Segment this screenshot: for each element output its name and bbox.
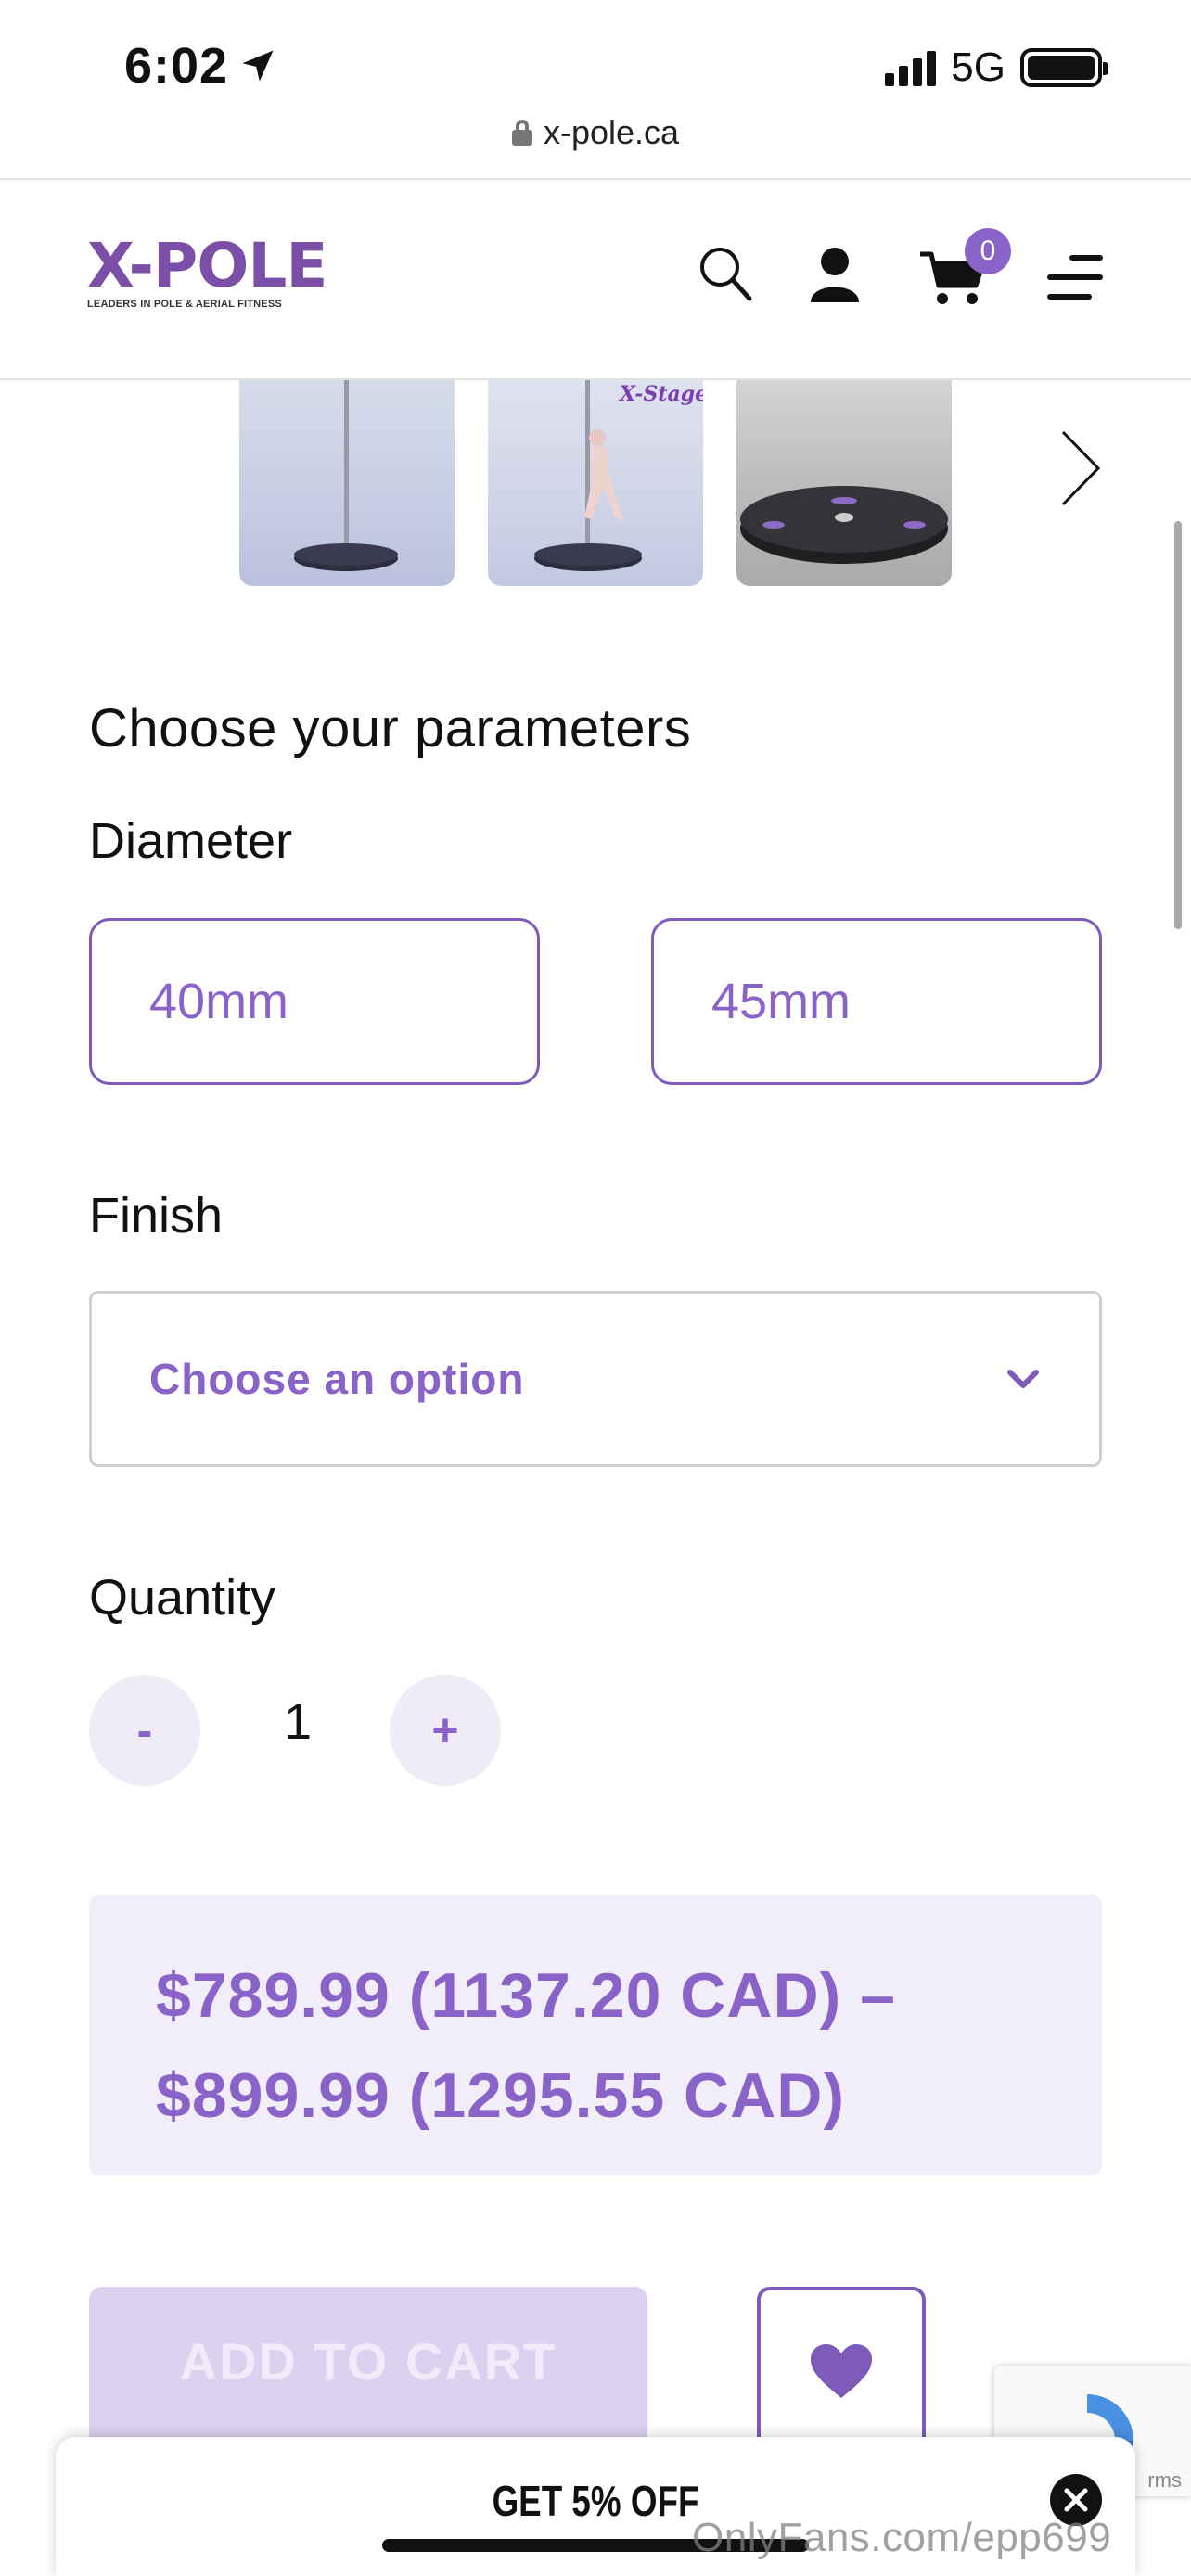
close-icon <box>1064 2488 1088 2512</box>
parameters-title: Choose your parameters <box>89 698 692 759</box>
gallery-next-arrow-icon[interactable] <box>1057 428 1104 508</box>
url-text: x-pole.ca <box>543 113 680 151</box>
location-arrow-icon <box>242 50 274 82</box>
heart-icon <box>811 2344 872 2398</box>
quantity-decrease-button[interactable]: - <box>89 1675 200 1786</box>
price-range-line-1: $789.99 (1137.20 CAD) – <box>156 1960 896 2031</box>
price-box: $789.99 (1137.20 CAD) – $899.99 (1295.55… <box>89 1895 1102 2175</box>
x-stage-logo: X-Stage <box>618 382 703 406</box>
diameter-label: Diameter <box>89 813 293 869</box>
battery-icon <box>1020 48 1108 87</box>
quantity-label: Quantity <box>89 1570 276 1626</box>
status-indicators: 5G <box>885 45 1108 91</box>
quantity-increase-button[interactable]: + <box>390 1675 501 1786</box>
logo-text: X-POLE <box>87 230 328 301</box>
finish-select-value: Choose an option <box>149 1355 525 1403</box>
menu-icon[interactable] <box>1046 254 1104 300</box>
site-header: X-POLE LEADERS IN POLE & AERIAL FITNESS … <box>0 178 1191 380</box>
recaptcha-terms-text[interactable]: rms <box>1147 2468 1182 2493</box>
signal-icon <box>885 49 937 86</box>
site-logo[interactable]: X-POLE LEADERS IN POLE & AERIAL FITNESS <box>87 230 328 311</box>
search-icon[interactable] <box>698 245 753 304</box>
stage-platform-thumbnail[interactable] <box>736 380 952 586</box>
lock-icon <box>511 120 532 146</box>
price-range-line-2: $899.99 (1295.55 CAD) <box>156 2060 846 2131</box>
cart-count-badge: 0 <box>965 228 1011 274</box>
finish-select[interactable]: Choose an option <box>89 1291 1102 1467</box>
status-time: 6:02 <box>124 37 278 95</box>
diameter-option-40mm[interactable]: 40mm <box>89 918 540 1085</box>
x-stage-dancer-thumbnail[interactable]: X-Stage <box>488 380 703 586</box>
address-bar[interactable]: x-pole.ca <box>0 113 1191 152</box>
quantity-value[interactable]: 1 <box>284 1693 312 1751</box>
diameter-option-45mm[interactable]: 45mm <box>651 918 1102 1085</box>
watermark: OnlyFans.com/epp699 <box>692 2515 1112 2560</box>
chevron-down-icon <box>1007 1370 1039 1388</box>
account-icon[interactable] <box>809 247 861 302</box>
pole-on-stage-thumbnail[interactable] <box>239 380 455 586</box>
network-label: 5G <box>951 45 1005 90</box>
finish-label: Finish <box>89 1188 224 1243</box>
page-scrollbar[interactable] <box>1174 521 1182 929</box>
